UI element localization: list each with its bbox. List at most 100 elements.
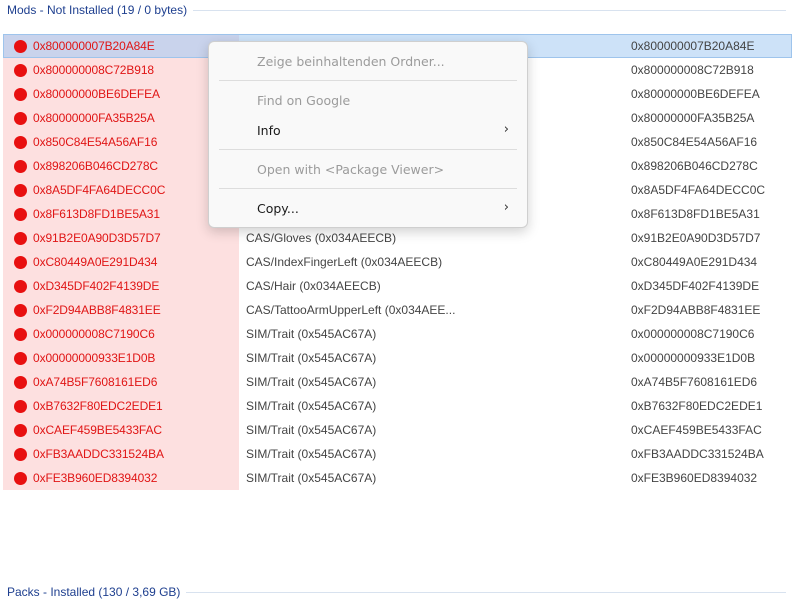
red-circle-icon: [14, 399, 27, 413]
instance-cell: 0x80000000BE6DEFEA: [631, 87, 760, 101]
resource-id-text: 0x800000008C72B918: [33, 63, 154, 77]
chevron-right-icon: ›: [503, 122, 509, 137]
group-header-label: Packs - Installed (130 / 3,69 GB): [7, 585, 181, 599]
resource-id-cell: 0x80000000BE6DEFEA: [3, 82, 239, 106]
instance-cell: 0x00000000933E1D0B: [631, 351, 756, 365]
group-header-packs-installed[interactable]: Packs - Installed (130 / 3,69 GB): [0, 580, 792, 604]
group-header-mods-not-installed[interactable]: Mods - Not Installed (19 / 0 bytes): [0, 0, 792, 20]
list-row[interactable]: 0xC80449A0E291D434 CAS/IndexFingerLeft (0…: [3, 250, 792, 274]
menu-separator: [219, 188, 517, 189]
menu-item-label: Find on Google: [257, 92, 351, 108]
red-circle-icon: [14, 327, 27, 341]
list-row[interactable]: 0xA74B5F7608161ED6 SIM/Trait (0x545AC67A)…: [3, 370, 792, 394]
red-circle-icon: [14, 423, 27, 437]
resource-id-text: 0x80000000BE6DEFEA: [33, 87, 160, 101]
menu-separator: [219, 149, 517, 150]
resource-id-text: 0x00000000933E1D0B: [33, 351, 156, 365]
resource-type-cell: CAS/Hair (0x034AEECB): [246, 279, 381, 293]
menu-item-label: Zeige beinhaltenden Ordner...: [257, 53, 445, 69]
chevron-right-icon: ›: [503, 200, 509, 215]
instance-cell: 0xC80449A0E291D434: [631, 255, 758, 269]
red-circle-icon: [14, 255, 27, 269]
menu-item-find-on-google[interactable]: Find on Google: [209, 85, 527, 115]
menu-item-open-with-package-viewer[interactable]: Open with <Package Viewer>: [209, 154, 527, 184]
instance-cell: 0x80000000FA35B25A: [631, 111, 755, 125]
menu-item-label: Copy...: [257, 200, 299, 216]
resource-id-text: 0x8A5DF4FA64DECC0C: [33, 183, 166, 197]
resource-type-cell: CAS/Gloves (0x034AEECB): [246, 231, 397, 245]
resource-id-cell: 0xCAEF459BE5433FAC: [3, 418, 239, 442]
red-circle-icon: [14, 183, 27, 197]
red-circle-icon: [14, 447, 27, 461]
resource-id-cell: 0xF2D94ABB8F4831EE: [3, 298, 239, 322]
instance-cell: 0x8F613D8FD1BE5A31: [631, 207, 760, 221]
menu-item-copy[interactable]: Copy... ›: [209, 193, 527, 223]
red-circle-icon: [14, 279, 27, 293]
list-row[interactable]: 0xF2D94ABB8F4831EE CAS/TattooArmUpperLeft…: [3, 298, 792, 322]
resource-type-cell: CAS/IndexFingerLeft (0x034AEECB): [246, 255, 443, 269]
resource-id-cell: 0x850C84E54A56AF16: [3, 130, 239, 154]
red-circle-icon: [14, 231, 27, 245]
resource-id-cell: 0x000000008C7190C6: [3, 322, 239, 346]
resource-id-text: 0x898206B046CD278C: [33, 159, 158, 173]
list-row[interactable]: 0x91B2E0A90D3D57D7 CAS/Gloves (0x034AEECB…: [3, 226, 792, 250]
resource-id-cell: 0x898206B046CD278C: [3, 154, 239, 178]
resource-id-cell: 0xFB3AADDC331524BA: [3, 442, 239, 466]
instance-cell: 0xF2D94ABB8F4831EE: [631, 303, 761, 317]
instance-cell: 0xCAEF459BE5433FAC: [631, 423, 762, 437]
resource-id-cell: 0x91B2E0A90D3D57D7: [3, 226, 239, 250]
list-row[interactable]: 0x000000008C7190C6 SIM/Trait (0x545AC67A)…: [3, 322, 792, 346]
resource-id-cell: 0x800000007B20A84E: [3, 34, 239, 58]
resource-id-text: 0xB7632F80EDC2EDE1: [33, 399, 163, 413]
group-header-divider: [193, 9, 786, 11]
instance-cell: 0xFB3AADDC331524BA: [631, 447, 764, 461]
list-row[interactable]: 0xCAEF459BE5433FAC SIM/Trait (0x545AC67A)…: [3, 418, 792, 442]
resource-id-text: 0x000000008C7190C6: [33, 327, 155, 341]
list-row[interactable]: 0xB7632F80EDC2EDE1 SIM/Trait (0x545AC67A)…: [3, 394, 792, 418]
menu-item-zeige-beinhaltenden-ordner[interactable]: Zeige beinhaltenden Ordner...: [209, 46, 527, 76]
group-header-divider: [186, 591, 786, 593]
resource-id-cell: 0xD345DF402F4139DE: [3, 274, 239, 298]
resource-id-cell: 0x800000008C72B918: [3, 58, 239, 82]
instance-cell: 0xD345DF402F4139DE: [631, 279, 760, 293]
resource-id-cell: 0xFE3B960ED8394032: [3, 466, 239, 490]
menu-item-label: Open with <Package Viewer>: [257, 161, 445, 177]
resource-type-cell: SIM/Trait (0x545AC67A): [246, 471, 377, 485]
instance-cell: 0x800000008C72B918: [631, 63, 754, 77]
menu-item-info[interactable]: Info ›: [209, 115, 527, 145]
resource-id-text: 0x91B2E0A90D3D57D7: [33, 231, 161, 245]
resource-id-cell: 0xC80449A0E291D434: [3, 250, 239, 274]
menu-separator: [219, 80, 517, 81]
instance-cell: 0x8A5DF4FA64DECC0C: [631, 183, 766, 197]
resource-id-text: 0x850C84E54A56AF16: [33, 135, 158, 149]
red-circle-icon: [14, 111, 27, 125]
context-menu[interactable]: Zeige beinhaltenden Ordner... Find on Goo…: [208, 41, 528, 228]
resource-type-cell: SIM/Trait (0x545AC67A): [246, 351, 377, 365]
resource-id-text: 0x8F613D8FD1BE5A31: [33, 207, 160, 221]
list-row[interactable]: 0xFB3AADDC331524BA SIM/Trait (0x545AC67A)…: [3, 442, 792, 466]
resource-id-cell: 0x8F613D8FD1BE5A31: [3, 202, 239, 226]
red-circle-icon: [14, 159, 27, 173]
instance-cell: 0xB7632F80EDC2EDE1: [631, 399, 763, 413]
red-circle-icon: [14, 63, 27, 77]
instance-cell: 0x800000007B20A84E: [631, 39, 755, 53]
resource-type-cell: SIM/Trait (0x545AC67A): [246, 423, 377, 437]
menu-item-label: Info: [257, 122, 281, 138]
red-circle-icon: [14, 135, 27, 149]
resource-type-cell: SIM/Trait (0x545AC67A): [246, 399, 377, 413]
red-circle-icon: [14, 351, 27, 365]
resource-id-cell: 0xA74B5F7608161ED6: [3, 370, 239, 394]
resource-id-text: 0x80000000FA35B25A: [33, 111, 155, 125]
resource-id-text: 0xCAEF459BE5433FAC: [33, 423, 162, 437]
list-row[interactable]: 0xFE3B960ED8394032 SIM/Trait (0x545AC67A)…: [3, 466, 792, 490]
red-circle-icon: [14, 303, 27, 317]
group-header-label: Mods - Not Installed (19 / 0 bytes): [7, 3, 188, 17]
resource-type-cell: CAS/TattooArmUpperLeft (0x034AEE...: [246, 303, 456, 317]
list-row[interactable]: 0x00000000933E1D0B SIM/Trait (0x545AC67A)…: [3, 346, 792, 370]
red-circle-icon: [14, 471, 27, 485]
instance-cell: 0xFE3B960ED8394032: [631, 471, 758, 485]
list-row[interactable]: 0xD345DF402F4139DE CAS/Hair (0x034AEECB) 0…: [3, 274, 792, 298]
resource-id-cell: 0xB7632F80EDC2EDE1: [3, 394, 239, 418]
resource-id-cell: 0x00000000933E1D0B: [3, 346, 239, 370]
instance-cell: 0x91B2E0A90D3D57D7: [631, 231, 761, 245]
